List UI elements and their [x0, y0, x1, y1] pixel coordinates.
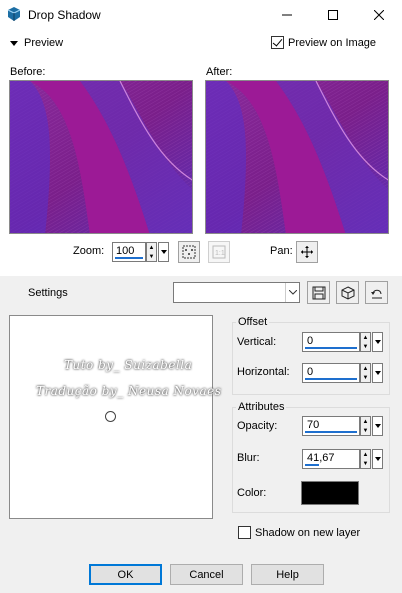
watermark-text: Tuto by_ Suizabella — [64, 358, 193, 372]
spin-up-icon[interactable]: ▲ — [147, 243, 156, 252]
checkbox-checked-icon[interactable] — [271, 36, 284, 49]
watermark-text: Tradução by_ Neusa Novaes — [36, 384, 222, 398]
shadow-on-new-layer-label: Shadow on new layer — [255, 526, 361, 539]
zoom-slider-bar[interactable] — [115, 257, 143, 259]
ok-button[interactable]: OK — [89, 564, 162, 585]
load-preset-button[interactable] — [336, 281, 359, 304]
spin-down-icon[interactable]: ▼ — [361, 459, 370, 468]
pan-label: Pan: — [270, 245, 293, 257]
help-button[interactable]: Help — [251, 564, 324, 585]
color-label: Color: — [237, 487, 267, 499]
opacity-dropdown[interactable] — [372, 416, 383, 436]
opacity-value: 70 — [307, 419, 320, 431]
settings-preset-select[interactable] — [173, 282, 300, 303]
cube-icon — [341, 285, 354, 300]
chevron-down-icon — [374, 371, 381, 375]
before-label: Before: — [10, 66, 46, 78]
vertical-value: 0 — [307, 335, 314, 347]
horizontal-stepper[interactable]: ▲ ▼ — [360, 363, 371, 383]
pan-button[interactable] — [296, 241, 318, 263]
opacity-stepper[interactable]: ▲ ▼ — [360, 416, 371, 436]
horizontal-offset-input[interactable]: 0 — [302, 363, 360, 383]
zoom-label: Zoom: — [73, 245, 105, 257]
offset-group-title: Offset — [236, 316, 270, 328]
spin-down-icon[interactable]: ▼ — [361, 426, 370, 435]
after-label: After: — [206, 66, 233, 78]
chevron-down-icon[interactable] — [285, 283, 299, 302]
zoom-stepper[interactable]: ▲ ▼ — [146, 242, 157, 262]
opacity-label: Opacity: — [237, 420, 278, 432]
collapse-triangle-icon — [10, 40, 18, 46]
app-icon — [6, 6, 22, 22]
vertical-stepper[interactable]: ▲ ▼ — [360, 332, 371, 352]
close-icon — [374, 10, 384, 20]
blur-input[interactable]: 41,67 — [302, 449, 360, 469]
svg-text:1:1: 1:1 — [215, 250, 225, 257]
zoom-input[interactable]: 100 — [112, 242, 146, 262]
maximize-button[interactable] — [310, 0, 356, 30]
window-title: Drop Shadow — [28, 8, 101, 22]
preview-toggle[interactable]: Preview — [10, 37, 63, 49]
opacity-input[interactable]: 70 — [302, 416, 360, 436]
shadow-offset-handle[interactable] — [105, 411, 116, 422]
cancel-button[interactable]: Cancel — [170, 564, 243, 585]
spin-up-icon[interactable]: ▲ — [361, 333, 370, 342]
after-preview-image[interactable] — [205, 80, 389, 234]
horizontal-slider-bar[interactable] — [305, 378, 357, 380]
vertical-slider-bar[interactable] — [305, 347, 357, 349]
maximize-icon — [328, 10, 338, 20]
chevron-down-icon — [374, 340, 381, 344]
attributes-group-title: Attributes — [236, 401, 287, 413]
spin-up-icon[interactable]: ▲ — [361, 364, 370, 373]
actual-size-icon: 1:1 — [212, 245, 226, 259]
zoom-dropdown[interactable] — [158, 242, 169, 262]
blur-stepper[interactable]: ▲ ▼ — [360, 449, 371, 469]
chevron-down-icon — [160, 250, 167, 254]
shadow-on-new-layer-checkbox[interactable]: Shadow on new layer — [238, 526, 360, 539]
blur-label: Blur: — [237, 452, 260, 464]
spin-down-icon[interactable]: ▼ — [361, 373, 370, 382]
before-preview-image[interactable] — [9, 80, 193, 234]
settings-label: Settings — [28, 287, 68, 299]
preview-on-image-checkbox[interactable]: Preview on Image — [271, 36, 376, 49]
vertical-offset-input[interactable]: 0 — [302, 332, 360, 352]
horizontal-label: Horizontal: — [237, 366, 290, 378]
preview-on-image-label: Preview on Image — [288, 36, 377, 49]
blur-dropdown[interactable] — [372, 449, 383, 469]
save-preset-button[interactable] — [307, 281, 330, 304]
minimize-icon — [282, 14, 292, 16]
shadow-color-swatch[interactable] — [301, 481, 359, 505]
spin-up-icon[interactable]: ▲ — [361, 450, 370, 459]
pan-move-icon — [301, 246, 313, 258]
preview-toggle-label: Preview — [24, 37, 64, 49]
blur-value: 41,67 — [307, 452, 335, 464]
close-button[interactable] — [356, 0, 402, 30]
blur-slider-bar[interactable] — [305, 464, 319, 466]
horizontal-value: 0 — [307, 366, 314, 378]
spin-up-icon[interactable]: ▲ — [361, 417, 370, 426]
opacity-slider-bar[interactable] — [305, 431, 357, 433]
chevron-down-icon — [374, 457, 381, 461]
spin-down-icon[interactable]: ▼ — [147, 252, 156, 261]
zoom-fit-icon — [182, 245, 196, 259]
minimize-button[interactable] — [264, 0, 310, 30]
checkbox-unchecked-icon[interactable] — [238, 526, 251, 539]
vertical-dropdown[interactable] — [372, 332, 383, 352]
chevron-down-icon — [374, 424, 381, 428]
spin-down-icon[interactable]: ▼ — [361, 342, 370, 351]
horizontal-dropdown[interactable] — [372, 363, 383, 383]
zoom-actual-size-button[interactable]: 1:1 — [208, 241, 230, 263]
reset-button[interactable] — [365, 281, 388, 304]
reset-arrow-icon — [370, 289, 382, 298]
zoom-to-fit-button[interactable] — [178, 241, 200, 263]
zoom-value: 100 — [116, 245, 135, 257]
vertical-label: Vertical: — [237, 336, 277, 348]
floppy-disk-icon — [312, 286, 325, 299]
